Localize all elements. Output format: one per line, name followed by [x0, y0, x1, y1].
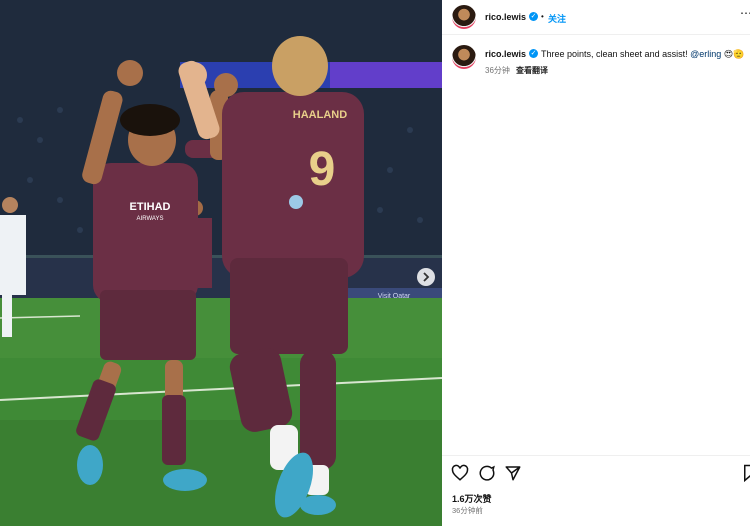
- next-photo-button[interactable]: [417, 268, 435, 286]
- caption-text: Three points, clean sheet and assist! @e…: [541, 49, 744, 60]
- verified-badge-icon: ✓: [529, 49, 538, 58]
- caption-username[interactable]: rico.lewis: [485, 49, 526, 59]
- sponsor-top: ETIHAD: [130, 201, 171, 213]
- more-icon[interactable]: ⋯: [740, 6, 750, 20]
- author-username[interactable]: rico.lewis: [485, 12, 526, 22]
- share-icon[interactable]: [504, 464, 522, 482]
- follow-button[interactable]: 关注: [548, 12, 566, 25]
- chevron-right-icon: [423, 272, 430, 282]
- caption-time: 36分钟: [485, 66, 510, 75]
- caption-body: Three points, clean sheet and assist!: [541, 49, 688, 59]
- jersey-name: HAALAND: [293, 109, 347, 121]
- post-header: rico.lewis ✓ • 关注 ⋯: [442, 0, 750, 35]
- post-time: 36分钟前: [452, 506, 483, 515]
- bookmark-icon[interactable]: [742, 464, 750, 482]
- caption-mention[interactable]: @erling: [690, 49, 721, 59]
- author-avatar[interactable]: [452, 5, 476, 29]
- action-bar: [442, 455, 750, 496]
- verified-badge-icon: ✓: [529, 12, 538, 21]
- sponsor-bottom: AIRWAYS: [137, 216, 164, 222]
- post-panel: rico.lewis ✓ • 关注 ⋯ rico.lewis ✓ Three p…: [442, 0, 750, 526]
- caption-emojis: 😍🫡: [723, 49, 745, 59]
- photo-scene: Visit Qatar ETIHAD AIRWAYS HAALAND 9: [0, 0, 442, 526]
- header-dot: •: [541, 12, 544, 21]
- caption-avatar[interactable]: [452, 45, 476, 69]
- heart-icon[interactable]: [451, 464, 469, 482]
- comment-icon[interactable]: [478, 464, 496, 482]
- like-count[interactable]: 1.6万次赞: [452, 492, 492, 505]
- jersey-number: 9: [309, 143, 336, 196]
- translate-link[interactable]: 查看翻译: [516, 65, 548, 76]
- post-photo[interactable]: Visit Qatar ETIHAD AIRWAYS HAALAND 9: [0, 0, 442, 526]
